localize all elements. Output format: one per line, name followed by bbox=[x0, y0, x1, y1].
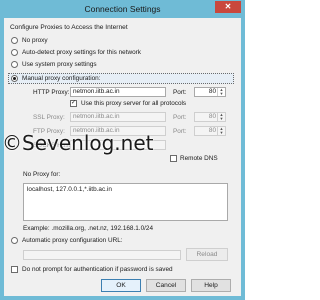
auto-url-label[interactable]: Automatic proxy configuration URL: bbox=[22, 237, 123, 244]
ssl-proxy-input[interactable]: netmon.iitb.ac.in bbox=[70, 112, 166, 122]
http-port-label: Port: bbox=[173, 89, 187, 96]
system-proxy-radio[interactable] bbox=[11, 61, 18, 68]
manual-proxy-label[interactable]: Manual proxy configuration: bbox=[22, 75, 101, 82]
no-proxy-for-textarea[interactable]: localhost, 127.0.0.1,*.iitb.ac.in bbox=[23, 183, 228, 221]
watermark-text: ©Sevenlog.net bbox=[2, 131, 154, 155]
section-header: Configure Proxies to Access the Internet bbox=[10, 24, 128, 31]
auto-detect-label[interactable]: Auto-detect proxy settings for this netw… bbox=[22, 49, 141, 56]
auto-detect-radio[interactable] bbox=[11, 49, 18, 56]
ftp-port-label: Port: bbox=[173, 128, 187, 135]
ftp-port-input[interactable]: 80 ▲ ▼ bbox=[194, 126, 226, 136]
close-button[interactable]: ✕ bbox=[215, 1, 241, 13]
no-prompt-checkbox[interactable] bbox=[11, 266, 18, 273]
window-title: Connection Settings bbox=[84, 4, 161, 14]
help-button[interactable]: Help bbox=[191, 279, 231, 292]
no-proxy-example: Example: .mozilla.org, .net.nz, 192.168.… bbox=[23, 225, 154, 232]
ssl-proxy-label: SSL Proxy: bbox=[33, 114, 65, 121]
http-proxy-label: HTTP Proxy: bbox=[33, 89, 70, 96]
reload-button[interactable]: Reload bbox=[186, 248, 228, 261]
ftp-port-value: 80 bbox=[208, 127, 216, 134]
remote-dns-label[interactable]: Remote DNS bbox=[180, 155, 218, 162]
system-proxy-label[interactable]: Use system proxy settings bbox=[22, 61, 97, 68]
connection-settings-window: Connection Settings ✕ Configure Proxies … bbox=[0, 0, 245, 300]
ssl-port-label: Port: bbox=[173, 114, 187, 121]
spinner-arrows-icon[interactable]: ▲ ▼ bbox=[217, 113, 225, 121]
title-bar[interactable]: Connection Settings ✕ bbox=[0, 0, 245, 18]
auto-url-radio[interactable] bbox=[11, 237, 18, 244]
use-for-all-checkbox[interactable]: ✓ bbox=[70, 100, 77, 107]
remote-dns-checkbox[interactable] bbox=[170, 155, 177, 162]
http-port-input[interactable]: 80 ▲ ▼ bbox=[194, 87, 226, 97]
no-prompt-label[interactable]: Do not prompt for authentication if pass… bbox=[22, 266, 173, 273]
no-proxy-radio[interactable] bbox=[11, 37, 18, 44]
ssl-port-value: 80 bbox=[208, 113, 216, 120]
ssl-port-input[interactable]: 80 ▲ ▼ bbox=[194, 112, 226, 122]
use-for-all-label[interactable]: Use this proxy server for all protocols bbox=[81, 100, 186, 107]
no-proxy-for-label: No Proxy for: bbox=[23, 171, 61, 178]
http-proxy-input[interactable]: netmon.iitb.ac.in bbox=[70, 87, 166, 97]
cancel-button[interactable]: Cancel bbox=[146, 279, 186, 292]
manual-proxy-radio[interactable] bbox=[11, 75, 18, 82]
spinner-arrows-icon[interactable]: ▲ ▼ bbox=[217, 127, 225, 135]
spinner-arrows-icon[interactable]: ▲ ▼ bbox=[217, 88, 225, 96]
ok-button[interactable]: OK bbox=[101, 279, 141, 292]
http-port-value: 80 bbox=[208, 88, 216, 95]
auto-url-input[interactable] bbox=[23, 250, 181, 260]
no-proxy-label[interactable]: No proxy bbox=[22, 37, 48, 44]
